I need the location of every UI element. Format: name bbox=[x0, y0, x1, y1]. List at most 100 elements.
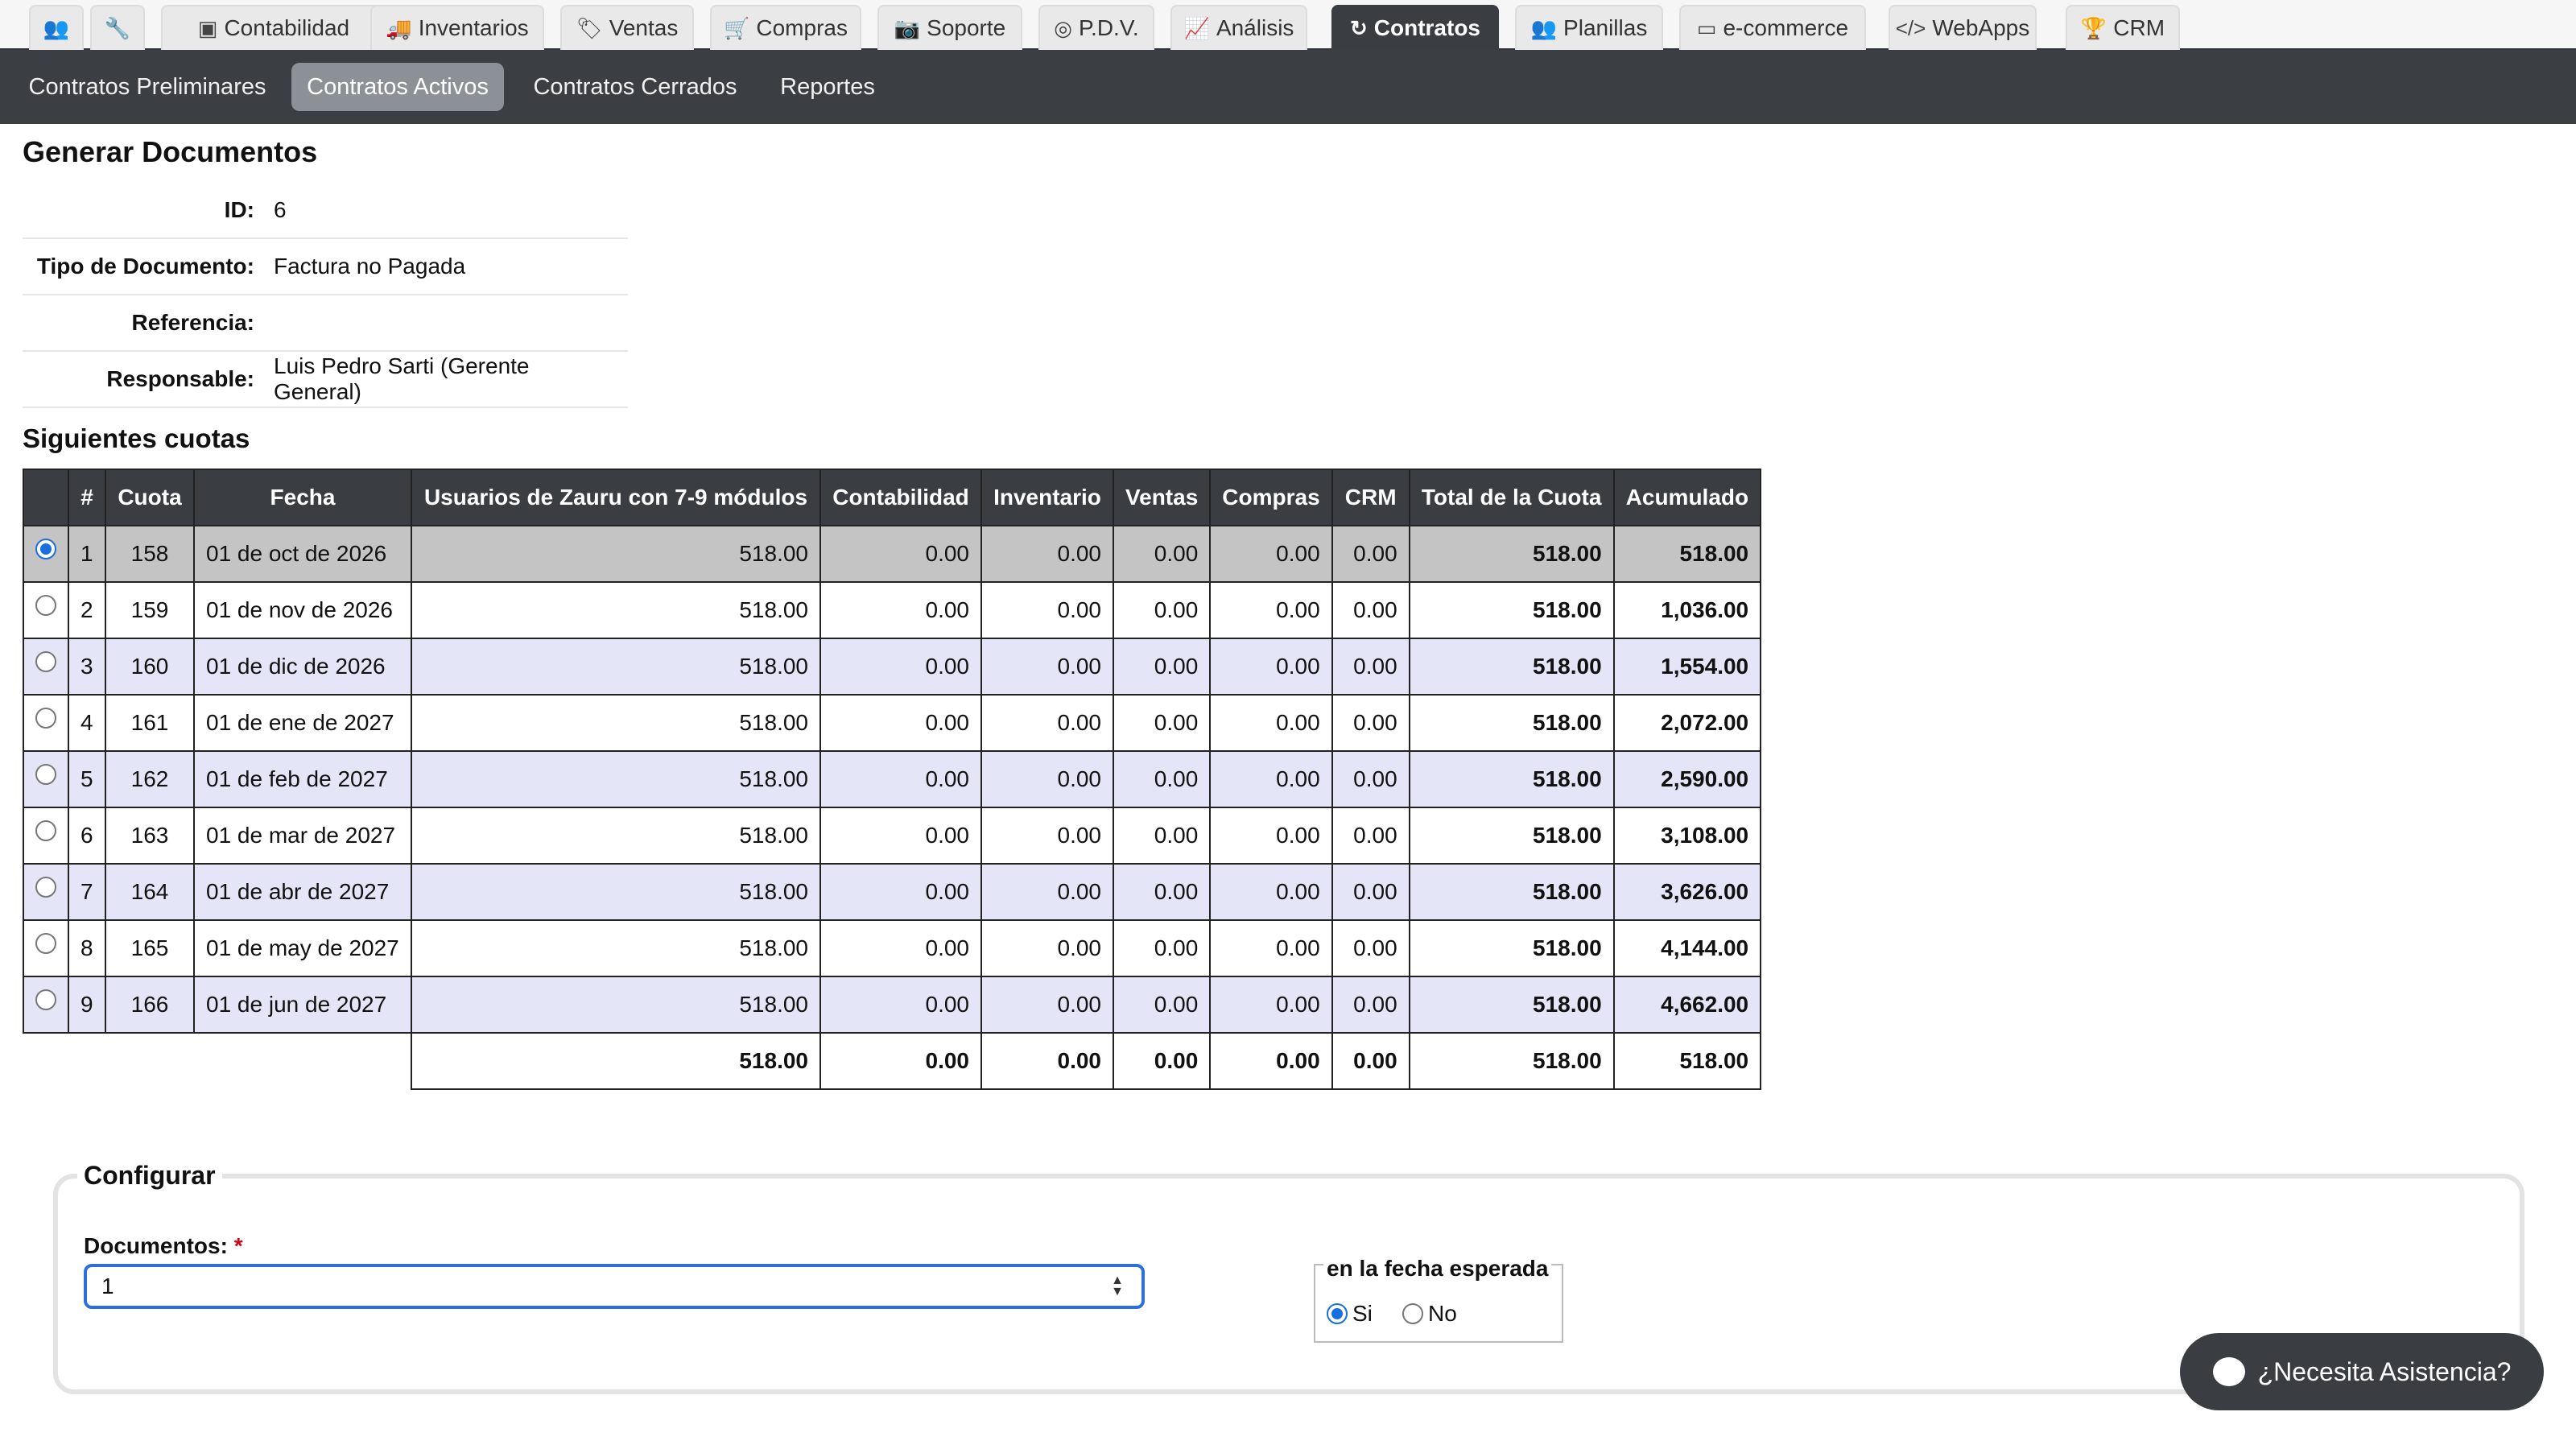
row-select-cell[interactable] bbox=[23, 919, 69, 977]
table-cell: 518.00 bbox=[1408, 694, 1615, 752]
table-row[interactable]: 4 161 01 de ene de 2027 518.00 0.00 0.00 0.00 0… bbox=[23, 694, 1762, 752]
code-icon: </> bbox=[1895, 15, 1926, 40]
row-select-cell[interactable] bbox=[23, 750, 69, 808]
table-cell: 0.00 bbox=[1331, 976, 1410, 1034]
row-select-cell[interactable] bbox=[23, 807, 69, 865]
table-cell: 165 bbox=[105, 919, 195, 977]
tab-contratos[interactable]: ↻ Contratos bbox=[1331, 5, 1499, 50]
option-no[interactable]: No bbox=[1402, 1301, 1457, 1327]
installments-table: # Cuota Fecha Usuarios de Zauru con 7-9 mód… bbox=[23, 469, 1762, 1090]
table-cell: 0.00 bbox=[1112, 525, 1212, 583]
column-header bbox=[23, 469, 69, 526]
tab-webapps[interactable]: </> WebApps bbox=[1889, 5, 2037, 50]
table-cell: 518.00 bbox=[411, 807, 821, 865]
help-button-label: ¿Necesita Asistencia? bbox=[2257, 1356, 2512, 1386]
select-arrows-icon: ▲ ▼ bbox=[1111, 1274, 1124, 1298]
tab-crm[interactable]: 🏆 CRM bbox=[2066, 5, 2180, 50]
documents-label: Documentos: * bbox=[84, 1233, 243, 1259]
totals-row: 518.00 0.00 0.00 0.00 0.00 0.00 518.00 518.00 bbox=[23, 1032, 1762, 1090]
row-radio[interactable] bbox=[35, 650, 56, 672]
table-cell: 7 bbox=[68, 863, 106, 921]
subnav-contratos-activos[interactable]: Contratos Activos bbox=[291, 63, 504, 111]
subnav-contratos-cerrados[interactable]: Contratos Cerrados bbox=[533, 63, 737, 111]
row-radio[interactable] bbox=[35, 594, 56, 616]
table-cell: 159 bbox=[105, 581, 195, 639]
table-cell: 0.00 bbox=[1112, 750, 1212, 808]
tab-wrench[interactable]: 🔧 bbox=[90, 5, 145, 50]
table-cell: 3,626.00 bbox=[1612, 863, 1762, 921]
table-row[interactable]: 5 162 01 de feb de 2027 518.00 0.00 0.00 0.00 0… bbox=[23, 750, 1762, 808]
row-radio[interactable] bbox=[35, 989, 56, 1010]
row-radio[interactable] bbox=[35, 707, 56, 729]
row-select-cell[interactable] bbox=[23, 863, 69, 921]
table-cell: 0.00 bbox=[819, 750, 982, 808]
table-cell: 518.00 bbox=[1408, 525, 1615, 583]
table-cell: 518.00 bbox=[1408, 807, 1615, 865]
table-cell: 0.00 bbox=[1112, 638, 1212, 696]
tab-label: Compras bbox=[756, 15, 848, 40]
target-icon: ◎ bbox=[1054, 15, 1072, 40]
tab-compras[interactable]: 🛒 Compras bbox=[710, 5, 861, 50]
table-row[interactable]: 8 165 01 de may de 2027 518.00 0.00 0.00 0.00 0… bbox=[23, 919, 1762, 977]
cart-icon: 🛒 bbox=[724, 15, 750, 40]
table-row[interactable]: 9 166 01 de jun de 2027 518.00 0.00 0.00 0.00 0… bbox=[23, 976, 1762, 1034]
row-select-cell[interactable] bbox=[23, 525, 69, 583]
tab-e-commerce[interactable]: ▭ e-commerce bbox=[1679, 5, 1866, 50]
wrench-icon: 🔧 bbox=[104, 15, 131, 40]
table-cell: 0.00 bbox=[819, 638, 982, 696]
tab-planillas[interactable]: 👥 Planillas bbox=[1515, 5, 1663, 50]
table-row[interactable]: 1 158 01 de oct de 2026 518.00 0.00 0.00 0.00 0… bbox=[23, 525, 1762, 583]
table-row[interactable]: 2 159 01 de nov de 2026 518.00 0.00 0.00 0.00 0… bbox=[23, 581, 1762, 639]
section-title: Siguientes cuotas bbox=[23, 423, 250, 453]
row-select-cell[interactable] bbox=[23, 976, 69, 1034]
row-radio[interactable] bbox=[35, 932, 56, 954]
table-cell: 01 de oct de 2026 bbox=[193, 525, 412, 583]
row-radio[interactable] bbox=[35, 763, 56, 785]
users-icon: 👥 bbox=[1530, 15, 1558, 40]
total-cell: 0.00 bbox=[1209, 1032, 1333, 1090]
info-row: Responsable: Luis Pedro Sarti (Gerente Ge… bbox=[23, 351, 628, 408]
row-select-cell[interactable] bbox=[23, 581, 69, 639]
row-radio[interactable] bbox=[35, 876, 56, 898]
table-row[interactable]: 7 164 01 de abr de 2027 518.00 0.00 0.00 0.00 0… bbox=[23, 863, 1762, 921]
table-cell: 0.00 bbox=[819, 807, 982, 865]
tab-soporte[interactable]: 📷 Soporte bbox=[877, 5, 1022, 50]
tab-contabilidad[interactable]: ▣ Contabilidad bbox=[161, 5, 386, 50]
table-cell: 163 bbox=[105, 807, 195, 865]
tab-label: Ventas bbox=[609, 15, 679, 40]
tab-p-d-v-[interactable]: ◎ P.D.V. bbox=[1038, 5, 1154, 50]
help-button[interactable]: ¿Necesita Asistencia? bbox=[2180, 1333, 2544, 1410]
table-cell: 0.00 bbox=[1331, 750, 1410, 808]
row-radio[interactable] bbox=[35, 538, 56, 559]
table-cell: 01 de mar de 2027 bbox=[193, 807, 412, 865]
option-si[interactable]: Si bbox=[1327, 1301, 1373, 1327]
tab-ventas[interactable]: 🏷 Ventas bbox=[560, 5, 694, 50]
total-cell: 0.00 bbox=[980, 1032, 1114, 1090]
row-select-cell[interactable] bbox=[23, 638, 69, 696]
radio-si[interactable] bbox=[1327, 1303, 1348, 1324]
tab-an-lisis[interactable]: 📈 Análisis bbox=[1170, 5, 1307, 50]
table-cell: 0.00 bbox=[819, 694, 982, 752]
row-select-cell[interactable] bbox=[23, 694, 69, 752]
table-cell: 0.00 bbox=[1112, 807, 1212, 865]
table-row[interactable]: 6 163 01 de mar de 2027 518.00 0.00 0.00 0.00 0… bbox=[23, 807, 1762, 865]
tab-inventarios[interactable]: 🚚 Inventarios bbox=[370, 5, 544, 50]
table-row[interactable]: 3 160 01 de dic de 2026 518.00 0.00 0.00 0.00 0… bbox=[23, 638, 1762, 696]
subnav-reportes[interactable]: Reportes bbox=[778, 63, 877, 111]
tab-label: Soporte bbox=[927, 15, 1006, 40]
radio-no[interactable] bbox=[1402, 1303, 1423, 1324]
column-header: CRM bbox=[1331, 469, 1410, 526]
total-cell: 518.00 bbox=[411, 1032, 821, 1090]
table-cell: 518.00 bbox=[1408, 750, 1615, 808]
subnav-contratos-preliminares[interactable]: Contratos Preliminares bbox=[29, 63, 266, 111]
table-cell: 3 bbox=[68, 638, 106, 696]
tab-users[interactable]: 👥 bbox=[29, 5, 84, 50]
column-header: Fecha bbox=[193, 469, 412, 526]
table-cell: 4,144.00 bbox=[1612, 919, 1762, 977]
tab-label: Inventarios bbox=[418, 15, 529, 40]
info-row: Referencia: bbox=[23, 295, 628, 352]
documents-select[interactable]: 1 ▲ ▼ bbox=[84, 1264, 1145, 1309]
table-cell: 0.00 bbox=[1331, 694, 1410, 752]
row-radio[interactable] bbox=[35, 819, 56, 841]
table-cell: 0.00 bbox=[1209, 976, 1333, 1034]
